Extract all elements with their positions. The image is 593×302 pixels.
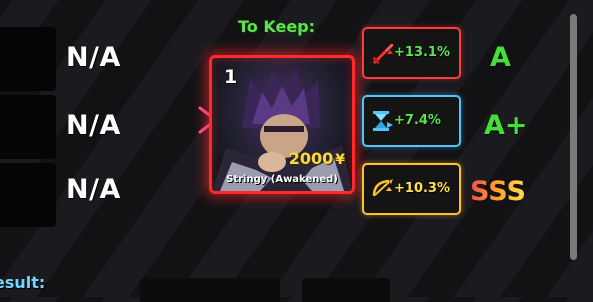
- unit-slot-number: 1: [224, 66, 238, 88]
- stat-cooldown[interactable]: +7.4%: [362, 95, 461, 147]
- result-slot-1[interactable]: [140, 278, 280, 302]
- trait-slot-3[interactable]: [0, 163, 56, 227]
- stat-range-grade: SSS: [470, 176, 526, 207]
- hourglass-cooldown-icon: [373, 111, 393, 131]
- trait-slot-1[interactable]: [0, 27, 56, 91]
- unit-cost: 2000 ¥: [289, 149, 345, 168]
- trait-slot-2-label: N/A: [66, 110, 121, 141]
- unit-cost-value: 2000: [288, 149, 334, 168]
- stat-range[interactable]: +10.3%: [362, 163, 461, 215]
- yen-icon: ¥: [335, 152, 345, 168]
- stat-damage-grade: A: [490, 42, 511, 73]
- unit-name: Stringy (Awakened): [226, 174, 338, 185]
- trait-slot-1-label: N/A: [66, 42, 121, 73]
- scrollbar[interactable]: [570, 14, 577, 260]
- stat-damage-value: +13.1%: [394, 45, 450, 60]
- stat-range-value: +10.3%: [394, 181, 450, 196]
- stat-cooldown-grade: A+: [484, 110, 528, 141]
- stat-cooldown-value: +7.4%: [394, 113, 441, 128]
- trait-slot-2[interactable]: [0, 95, 56, 159]
- stat-damage[interactable]: +13.1%: [362, 27, 461, 79]
- crosshair-range-icon: [372, 179, 393, 197]
- result-slot-2[interactable]: [302, 278, 390, 302]
- result-label: esult:: [0, 273, 46, 292]
- trait-slot-3-label: N/A: [66, 174, 121, 205]
- sword-damage-icon: [372, 44, 393, 65]
- unit-card[interactable]: 1 2000 ¥ Stringy (Awakened): [209, 55, 355, 194]
- to-keep-title: To Keep:: [238, 17, 316, 36]
